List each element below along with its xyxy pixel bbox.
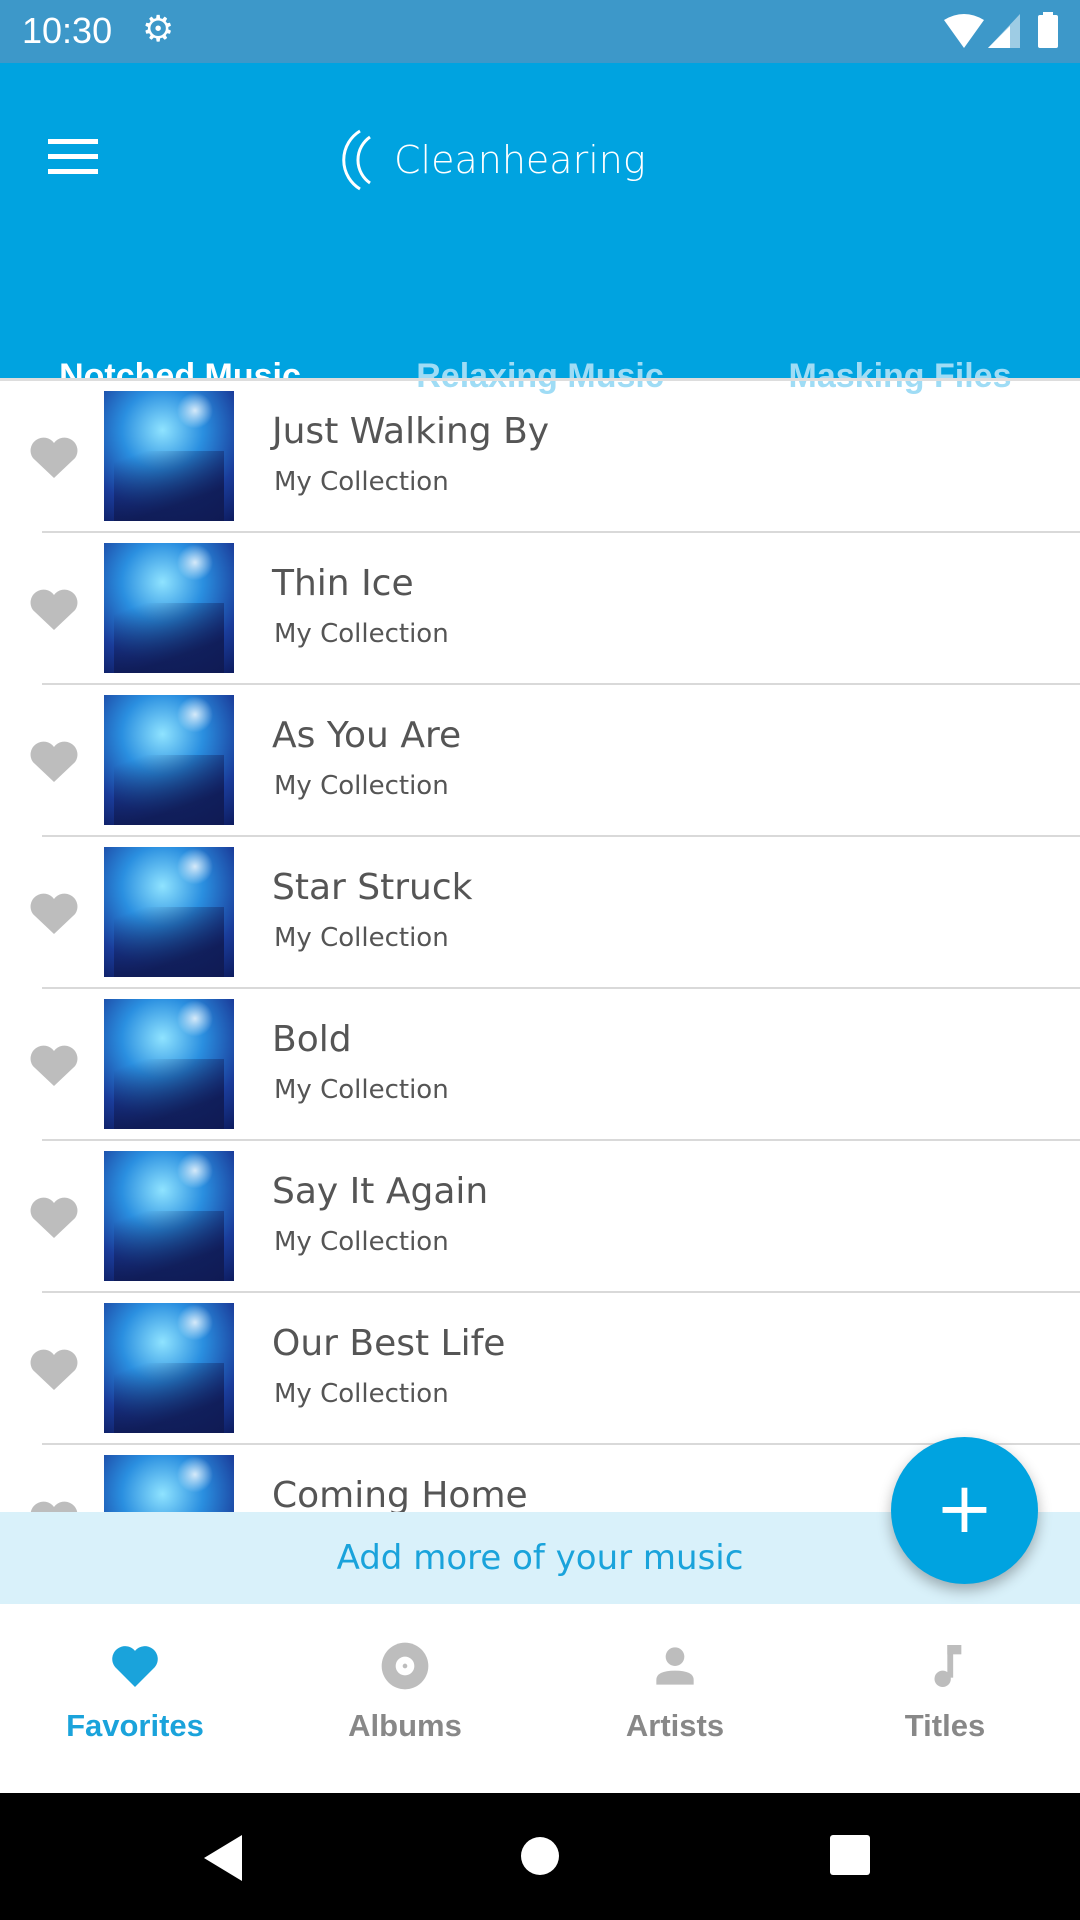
track-row[interactable]: Star Struck My Collection	[30, 837, 1080, 989]
track-subtitle: My Collection	[274, 923, 449, 953]
track-list[interactable]: Just Walking By My Collection Thin Ice M…	[0, 381, 1080, 1512]
add-button[interactable]: +	[891, 1437, 1038, 1584]
track-row[interactable]: Say It Again My Collection	[30, 1141, 1080, 1293]
battery-icon	[1038, 12, 1058, 48]
nav-favorites[interactable]: Favorites	[0, 1604, 270, 1793]
heart-icon[interactable]	[26, 429, 82, 485]
app-bar: Cleanhearing Notched Music Relaxing Musi…	[0, 63, 1080, 441]
heart-icon[interactable]	[26, 733, 82, 789]
heart-icon	[112, 1646, 158, 1687]
track-row[interactable]: As You Are My Collection	[30, 685, 1080, 837]
nav-titles[interactable]: Titles	[810, 1604, 1080, 1793]
album-art	[104, 1455, 234, 1512]
track-subtitle: My Collection	[274, 771, 449, 801]
album-art	[104, 1151, 234, 1281]
person-icon	[656, 1647, 694, 1685]
track-subtitle: My Collection	[274, 1227, 449, 1257]
bottom-nav: Favorites Albums Artists Titles	[0, 1604, 1080, 1793]
album-art	[104, 391, 234, 521]
home-icon[interactable]	[520, 1835, 560, 1877]
heart-icon[interactable]	[26, 1493, 82, 1512]
track-title: Coming Home	[272, 1475, 528, 1512]
album-art	[104, 847, 234, 977]
track-title: Bold	[272, 1019, 352, 1060]
track-row[interactable]: Just Walking By My Collection	[30, 381, 1080, 533]
track-subtitle: My Collection	[274, 619, 449, 649]
album-art	[104, 999, 234, 1129]
track-title: Thin Ice	[272, 563, 414, 604]
track-row[interactable]: Our Best Life My Collection	[30, 1293, 1080, 1445]
logo-text: Cleanhearing	[394, 138, 646, 182]
track-row[interactable]: Thin Ice My Collection	[30, 533, 1080, 685]
heart-icon[interactable]	[26, 1037, 82, 1093]
nav-albums[interactable]: Albums	[270, 1604, 540, 1793]
signal-icon	[988, 14, 1020, 48]
track-title: Our Best Life	[272, 1323, 506, 1364]
status-time: 10:30	[22, 10, 113, 51]
status-bar: 10:30 ⚙	[0, 0, 1080, 63]
track-title: As You Are	[272, 715, 462, 756]
album-art	[104, 1303, 234, 1433]
back-icon[interactable]	[204, 1835, 244, 1881]
wifi-icon	[944, 14, 984, 48]
track-title: Just Walking By	[272, 411, 550, 452]
logo-icon	[307, 120, 371, 200]
gear-icon: ⚙	[142, 9, 175, 50]
nav-label: Titles	[904, 1708, 986, 1743]
track-subtitle: My Collection	[274, 1075, 449, 1105]
track-row[interactable]: Bold My Collection	[30, 989, 1080, 1141]
music-note-icon	[934, 1645, 962, 1687]
heart-icon[interactable]	[26, 581, 82, 637]
heart-icon[interactable]	[26, 1341, 82, 1397]
heart-icon[interactable]	[26, 1189, 82, 1245]
track-title: Star Struck	[272, 867, 473, 908]
system-nav-bar	[0, 1793, 1080, 1920]
hamburger-menu-button[interactable]	[48, 139, 98, 175]
album-art	[104, 543, 234, 673]
nav-label: Albums	[348, 1708, 462, 1743]
app-logo: Cleanhearing	[302, 117, 646, 203]
heart-icon[interactable]	[26, 885, 82, 941]
recents-icon[interactable]	[830, 1835, 870, 1875]
track-title: Say It Again	[272, 1171, 489, 1212]
nav-label: Artists	[625, 1708, 725, 1743]
album-art	[104, 695, 234, 825]
disc-icon	[381, 1642, 429, 1690]
track-subtitle: My Collection	[274, 467, 449, 497]
nav-artists[interactable]: Artists	[540, 1604, 810, 1793]
track-subtitle: My Collection	[274, 1379, 449, 1409]
nav-label: Favorites	[66, 1708, 204, 1743]
